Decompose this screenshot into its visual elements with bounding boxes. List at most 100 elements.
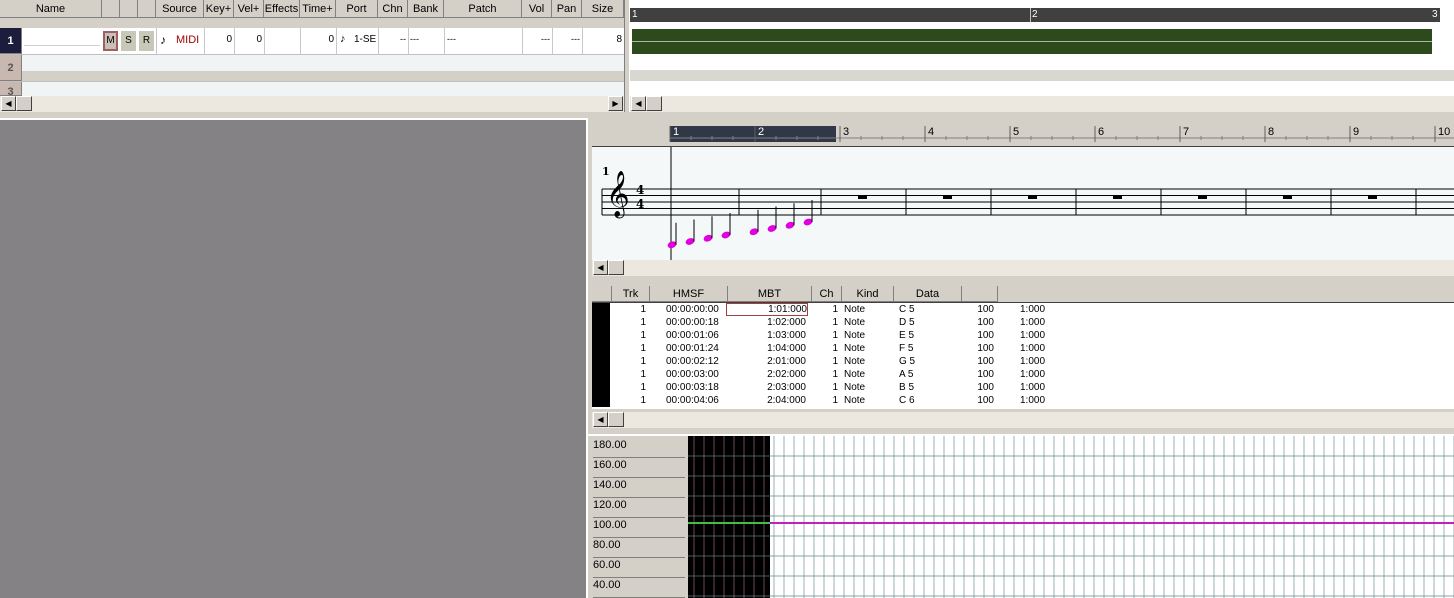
col-size[interactable]: Size — [582, 0, 624, 18]
track-pan[interactable]: --- — [552, 34, 580, 44]
event-velocity: 100 — [977, 356, 994, 367]
track-number[interactable]: 1 — [0, 28, 22, 54]
staff-hscrollbar[interactable]: ◀ — [592, 260, 1454, 276]
event-row[interactable]: 1 00:00:00:18 1:02:000 1 Note D 5 100 1:… — [592, 316, 1454, 329]
track-vol[interactable]: --- — [522, 34, 550, 44]
scroll-left-arrow-icon[interactable]: ◀ — [593, 260, 608, 275]
track-row[interactable]: 1 M S R ♪ MIDI 0 0 0 ♪ 1-SE -- --- --- -… — [0, 28, 624, 55]
scroll-left-arrow-icon[interactable]: ◀ — [631, 96, 646, 111]
col-patch[interactable]: Patch — [444, 0, 522, 18]
event-mbt[interactable]: 2:04:000 — [726, 394, 806, 407]
track-time[interactable]: 0 — [300, 34, 334, 45]
track-source[interactable]: MIDI — [176, 34, 199, 46]
event-mbt[interactable]: 1:03:000 — [726, 329, 806, 342]
col-source[interactable]: Source — [156, 0, 204, 18]
col-ch[interactable]: Ch — [812, 286, 842, 302]
event-row[interactable]: 1 00:00:01:24 1:04:000 1 Note F 5 100 1:… — [592, 342, 1454, 355]
cell-divider — [300, 28, 301, 54]
scroll-left-arrow-icon[interactable]: ◀ — [1, 96, 16, 111]
track-port[interactable]: 1-SE — [354, 34, 376, 45]
solo-button[interactable]: S — [121, 31, 136, 51]
track-number[interactable]: 3 — [0, 82, 22, 96]
staff-notation[interactable] — [592, 147, 1454, 261]
event-select-marker[interactable] — [592, 316, 610, 329]
track-list-hscrollbar[interactable]: ◀ ▶ — [0, 96, 624, 112]
event-select-marker[interactable] — [592, 394, 610, 407]
scroll-thumb[interactable] — [608, 412, 624, 427]
event-ch: 1 — [832, 317, 838, 328]
scroll-thumb[interactable] — [608, 260, 624, 275]
col-vel[interactable]: Vel+ — [234, 0, 264, 18]
col-key[interactable]: Key+ — [204, 0, 234, 18]
scroll-right-arrow-icon[interactable]: ▶ — [608, 96, 623, 111]
event-select-marker[interactable] — [592, 329, 610, 342]
track-patch[interactable]: --- — [447, 34, 456, 44]
track-number[interactable]: 2 — [0, 55, 22, 81]
col-mbt[interactable]: MBT — [728, 286, 812, 302]
track-row[interactable]: 3 — [0, 82, 624, 96]
col-port[interactable]: Port — [336, 0, 378, 18]
event-hmsf: 00:00:01:24 — [666, 343, 719, 354]
event-mbt[interactable]: 1:01:000 — [726, 303, 808, 316]
event-kind: Note — [844, 304, 866, 315]
col-effects[interactable]: Effects — [264, 0, 300, 18]
event-mbt[interactable]: 2:03:000 — [726, 381, 806, 394]
event-select-marker[interactable] — [592, 381, 610, 394]
event-row[interactable]: 1 00:00:03:18 2:03:000 1 Note B 5 100 1:… — [592, 381, 1454, 394]
clip[interactable] — [632, 29, 1432, 54]
col-vol[interactable]: Vol — [522, 0, 552, 18]
event-mbt[interactable]: 2:01:000 — [726, 355, 806, 368]
event-hmsf: 00:00:04:06 — [666, 395, 719, 406]
track-vel[interactable]: 0 — [234, 34, 262, 45]
col-mute[interactable] — [102, 0, 120, 18]
tempo-axis-label: 180.00 — [593, 438, 685, 458]
mute-button[interactable]: M — [103, 31, 118, 51]
col-blank — [962, 286, 998, 302]
event-row[interactable]: 1 00:00:02:12 2:01:000 1 Note G 5 100 1:… — [592, 355, 1454, 368]
ruler-measure-label: 3 — [843, 126, 850, 138]
event-mbt[interactable]: 1:02:000 — [726, 316, 806, 329]
event-select-marker[interactable] — [592, 342, 610, 355]
track-chn[interactable]: -- — [378, 34, 406, 44]
scroll-left-arrow-icon[interactable]: ◀ — [593, 412, 608, 427]
event-row[interactable]: 1 00:00:03:00 2:02:000 1 Note A 5 100 1:… — [592, 368, 1454, 381]
col-kind[interactable]: Kind — [842, 286, 894, 302]
event-row[interactable]: 1 00:00:00:00 1:01:000 1 Note C 5 100 1:… — [592, 303, 1454, 316]
col-record[interactable] — [138, 0, 156, 18]
col-time[interactable]: Time+ — [300, 0, 336, 18]
col-select[interactable] — [592, 286, 612, 302]
col-chn[interactable]: Chn — [378, 0, 408, 18]
scroll-thumb[interactable] — [646, 96, 662, 111]
col-data[interactable]: Data — [894, 286, 962, 302]
col-hmsf[interactable]: HMSF — [650, 286, 728, 302]
col-bank[interactable]: Bank — [408, 0, 444, 18]
event-list-hscrollbar[interactable]: ◀ — [592, 412, 1454, 428]
scroll-thumb[interactable] — [16, 96, 32, 111]
clips-hscrollbar[interactable]: ◀ — [630, 96, 1454, 112]
track-key[interactable]: 0 — [204, 34, 232, 45]
clips-ruler[interactable]: 1 2 3 — [630, 8, 1440, 22]
col-name[interactable]: Name — [0, 0, 102, 18]
clip-lane-row2 — [630, 56, 1454, 71]
event-list-header: Trk HMSF MBT Ch Kind Data — [592, 286, 1454, 303]
track-name-field[interactable] — [24, 31, 100, 46]
event-select-marker[interactable] — [592, 368, 610, 381]
col-solo[interactable] — [120, 0, 138, 18]
event-select-marker[interactable] — [592, 303, 610, 316]
col-trk[interactable]: Trk — [612, 286, 650, 302]
track-bank[interactable]: --- — [410, 34, 419, 44]
tempo-graph[interactable] — [688, 436, 1454, 598]
col-pan[interactable]: Pan — [552, 0, 582, 18]
tempo-y-axis: 180.00 160.00 140.00 120.00 100.00 80.00… — [590, 438, 686, 598]
event-mbt[interactable]: 2:02:000 — [726, 368, 806, 381]
event-hmsf: 00:00:03:00 — [666, 369, 719, 380]
cell-divider — [264, 28, 265, 54]
record-button[interactable]: R — [139, 31, 154, 51]
tempo-axis-label: 140.00 — [593, 478, 685, 498]
track-size[interactable]: 8 — [582, 34, 622, 45]
event-select-marker[interactable] — [592, 355, 610, 368]
event-row[interactable]: 1 00:00:04:06 2:04:000 1 Note C 6 100 1:… — [592, 394, 1454, 407]
event-row[interactable]: 1 00:00:01:06 1:03:000 1 Note E 5 100 1:… — [592, 329, 1454, 342]
track-row[interactable]: 2 — [0, 55, 624, 82]
event-mbt[interactable]: 1:04:000 — [726, 342, 806, 355]
